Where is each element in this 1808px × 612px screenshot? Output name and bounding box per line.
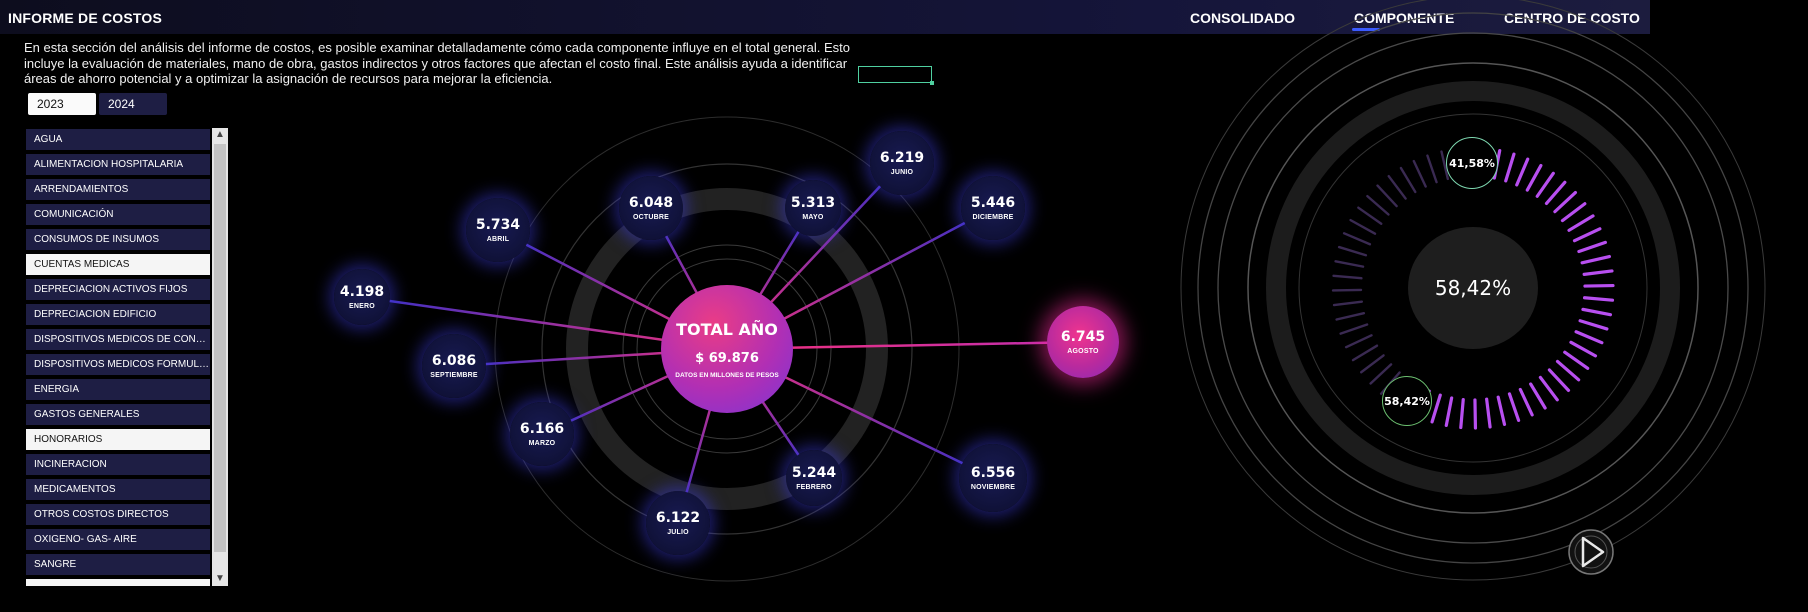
- gauge-tick-empty: [1351, 344, 1379, 362]
- gauge-tick-empty: [1357, 206, 1383, 225]
- gauge-tick-filled: [1507, 392, 1521, 422]
- gauge-tick-filled: [1572, 227, 1602, 243]
- gauge-center-value: 58,42%: [1408, 227, 1538, 349]
- gauge-tick-empty: [1337, 245, 1368, 257]
- gauge-tick-filled: [1555, 359, 1581, 382]
- gauge-tick-empty: [1332, 274, 1363, 280]
- gauge-tick-filled: [1496, 395, 1507, 427]
- percentage-gauge: [1180, 0, 1766, 581]
- gauge-tick-filled: [1578, 319, 1609, 331]
- gauge-tick-filled: [1515, 157, 1530, 187]
- gauge-tick-filled: [1485, 397, 1492, 429]
- gauge-tick-empty: [1412, 159, 1427, 188]
- gauge-tick-filled: [1563, 350, 1590, 370]
- gauge-tick-filled: [1553, 190, 1577, 214]
- gauge-tick-filled: [1574, 330, 1604, 345]
- gauge-tick-empty: [1349, 218, 1377, 235]
- gauge-tick-empty: [1376, 184, 1398, 208]
- gauge-tick-empty: [1334, 260, 1365, 268]
- gauge-tick-filled: [1580, 254, 1612, 265]
- gauge-bottom-label: 58,42%: [1382, 376, 1432, 426]
- gauge-tick-empty: [1344, 334, 1373, 349]
- gauge-top-label: 41,58%: [1446, 137, 1498, 189]
- gauge-tick-filled: [1535, 171, 1555, 198]
- gauge-tick-filled: [1430, 393, 1442, 424]
- gauge-tick-empty: [1342, 232, 1372, 246]
- gauge-tick-filled: [1518, 387, 1534, 417]
- gauge-tick-filled: [1529, 382, 1547, 410]
- gauge-tick-filled: [1567, 214, 1595, 232]
- gauge-tick-filled: [1577, 240, 1607, 254]
- gauge-tick-filled: [1560, 202, 1587, 223]
- gauge-tick-filled: [1582, 269, 1614, 276]
- play-icon[interactable]: [1566, 528, 1616, 576]
- gauge-tick-empty: [1387, 174, 1407, 200]
- gauge-tick-filled: [1547, 368, 1571, 392]
- gauge-tick-empty: [1335, 311, 1366, 321]
- gauge-tick-filled: [1459, 397, 1465, 430]
- gauge-tick-empty: [1366, 194, 1390, 216]
- gauge-tick-empty: [1339, 323, 1369, 335]
- gauge-tick-filled: [1582, 296, 1615, 302]
- gauge-tick-filled: [1544, 180, 1567, 206]
- gauge-tick-empty: [1332, 300, 1364, 307]
- gauge-tick-empty: [1426, 154, 1438, 184]
- gauge-tick-empty: [1399, 166, 1417, 194]
- gauge-tick-filled: [1525, 163, 1543, 192]
- gauge-tick-filled: [1538, 375, 1559, 402]
- gauge-tick-filled: [1581, 307, 1613, 317]
- gauge-tick-empty: [1359, 354, 1385, 374]
- gauge-tick-filled: [1569, 340, 1598, 358]
- gauge-tick-filled: [1444, 396, 1454, 428]
- gauge-tick-filled: [1504, 152, 1516, 183]
- gauge-tick-empty: [1369, 363, 1393, 385]
